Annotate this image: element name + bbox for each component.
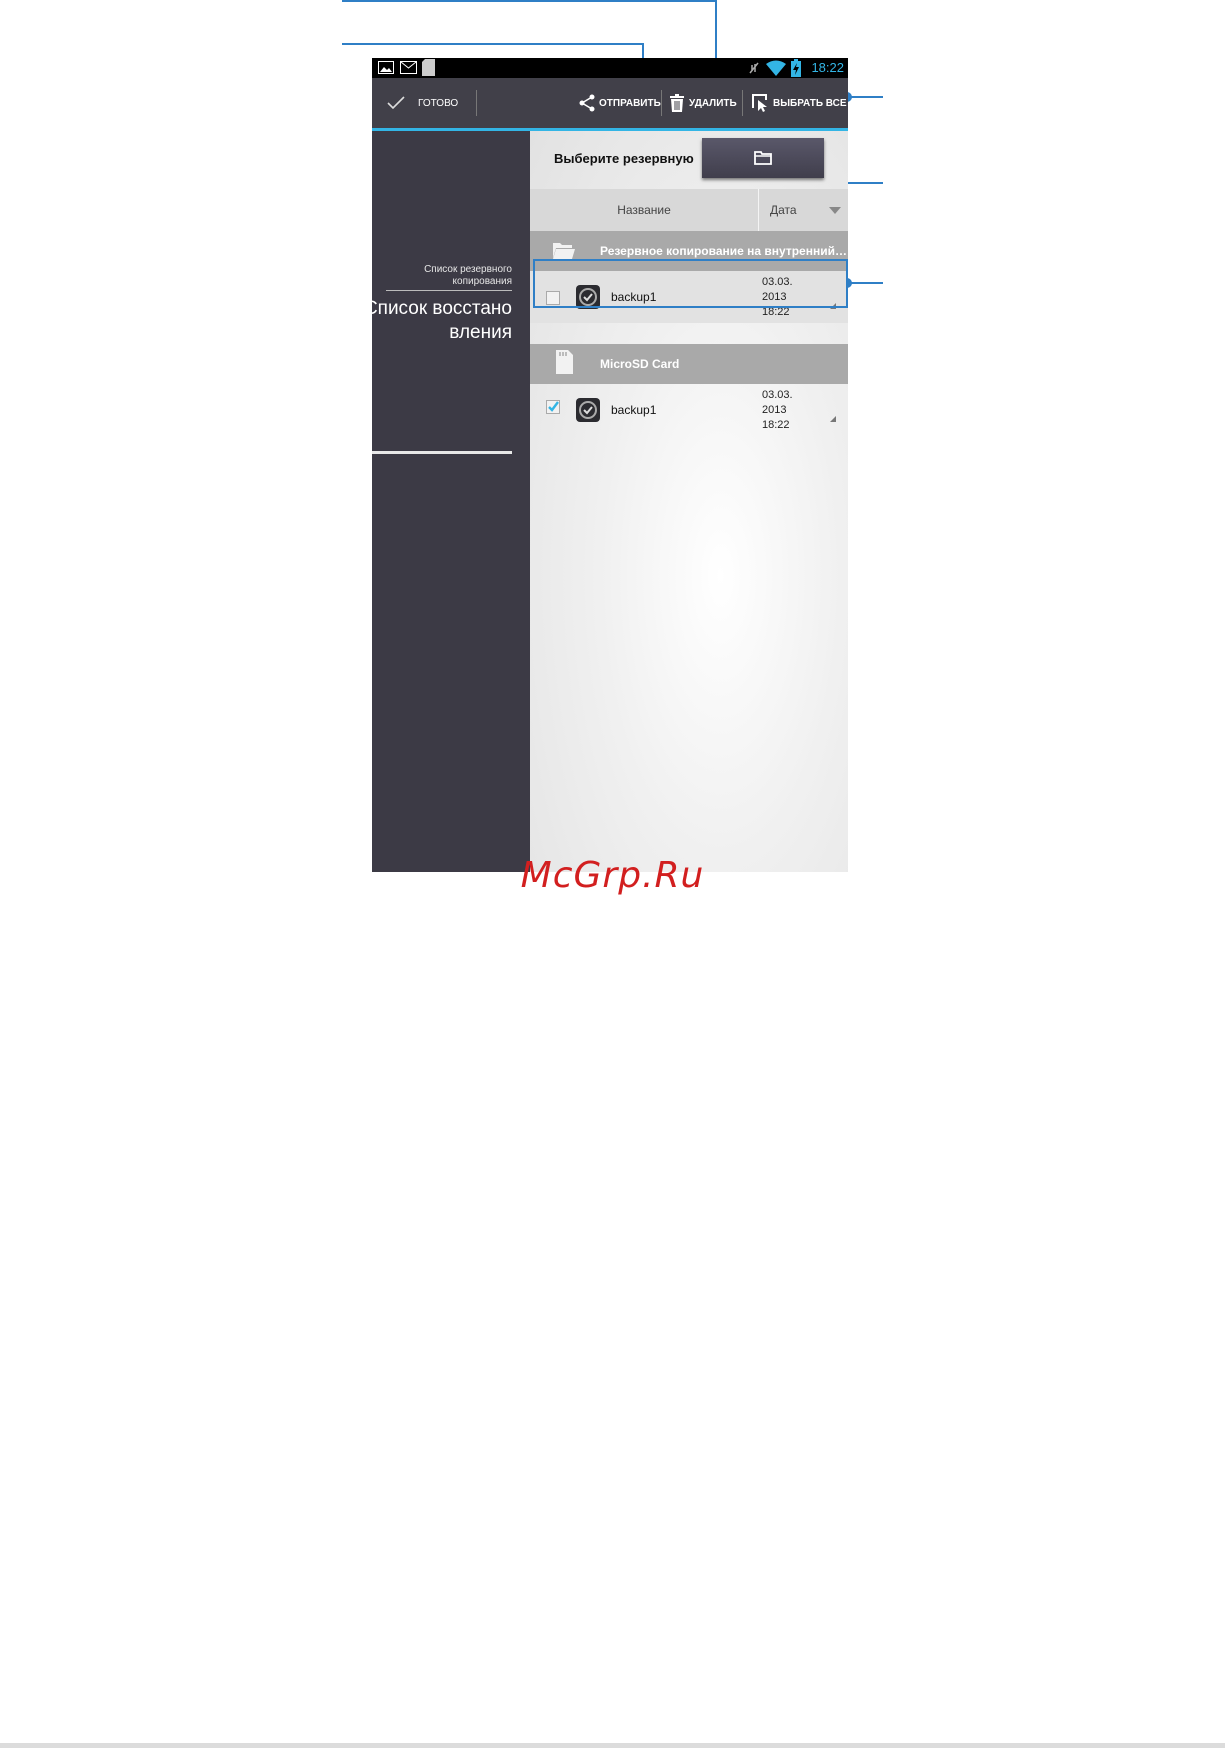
sd-card-notification-icon — [422, 59, 435, 76]
select-all-button[interactable]: ВЫБРАТЬ ВСЕ — [752, 78, 847, 128]
main-panel: Выберите резервную Название Дата Резервн… — [530, 131, 848, 872]
sort-dropdown-icon[interactable] — [829, 207, 841, 214]
divider — [661, 90, 662, 116]
sd-card-icon — [556, 350, 573, 374]
sidebar: Список резервного копирования Список вос… — [372, 131, 530, 872]
column-divider — [758, 189, 759, 231]
delete-label: УДАЛИТЬ — [689, 97, 737, 109]
sidebar-separator — [386, 290, 512, 291]
group-label: Резервное копирование на внутренний… — [600, 244, 847, 258]
tablet-screen: 18:22 ГОТОВО ОТПРАВИТЬ УДАЛИТЬ ВЫБРАТЬ В… — [372, 58, 848, 872]
row-checkbox-checked[interactable] — [546, 400, 560, 414]
divider — [476, 90, 477, 116]
page-bottom-rule — [0, 1743, 1225, 1748]
mute-icon — [749, 62, 759, 74]
battery-charging-icon — [791, 59, 801, 77]
watermark: McGrp.Ru — [520, 855, 705, 896]
select-backup-prompt: Выберите резервную — [554, 151, 694, 166]
select-all-label: ВЫБРАТЬ ВСЕ — [773, 97, 847, 109]
image-notification-icon — [378, 61, 394, 74]
backup-date-line: 18:22 — [762, 419, 790, 431]
trash-icon — [670, 94, 684, 112]
send-button[interactable]: ОТПРАВИТЬ — [578, 78, 661, 128]
status-bar: 18:22 — [372, 58, 848, 78]
backup-row[interactable]: backup1 03.03. 2013 18:22 — [530, 384, 848, 436]
column-name-header[interactable]: Название — [530, 189, 758, 231]
column-header: Название Дата — [530, 189, 848, 231]
backup-date-line: 2013 — [762, 404, 787, 416]
status-time: 18:22 — [811, 60, 844, 75]
group-microsd-card: MicroSD Card — [530, 344, 848, 384]
select-all-icon — [752, 94, 767, 112]
done-label: ГОТОВО — [418, 97, 459, 109]
group-label: MicroSD Card — [600, 357, 680, 371]
share-icon — [579, 94, 595, 112]
checkmark-icon — [387, 96, 405, 110]
backup-date: 03.03. 2013 18:22 — [762, 388, 793, 433]
sidebar-item-restore-list[interactable]: Список восстановления — [372, 297, 512, 345]
folder-icon — [754, 151, 772, 165]
backup-date-line: 03.03. — [762, 389, 793, 401]
action-bar: ГОТОВО ОТПРАВИТЬ УДАЛИТЬ ВЫБРАТЬ ВСЕ — [372, 78, 848, 131]
selected-indicator — [372, 451, 512, 454]
done-button[interactable]: ГОТОВО — [386, 78, 458, 128]
backup-app-icon — [576, 398, 600, 422]
column-date-header[interactable]: Дата — [770, 189, 797, 231]
send-label: ОТПРАВИТЬ — [599, 97, 661, 109]
backup-name: backup1 — [611, 403, 657, 417]
callout-highlight-box — [533, 259, 848, 308]
open-folder-icon — [553, 243, 575, 259]
sidebar-item-backup-list[interactable]: Список резервного копирования — [372, 264, 512, 288]
wifi-icon — [766, 60, 786, 76]
row-expand-icon[interactable] — [830, 416, 836, 422]
mail-notification-icon — [400, 61, 417, 74]
choose-folder-button[interactable] — [702, 138, 824, 178]
divider — [742, 90, 743, 116]
delete-button[interactable]: УДАЛИТЬ — [669, 78, 737, 128]
